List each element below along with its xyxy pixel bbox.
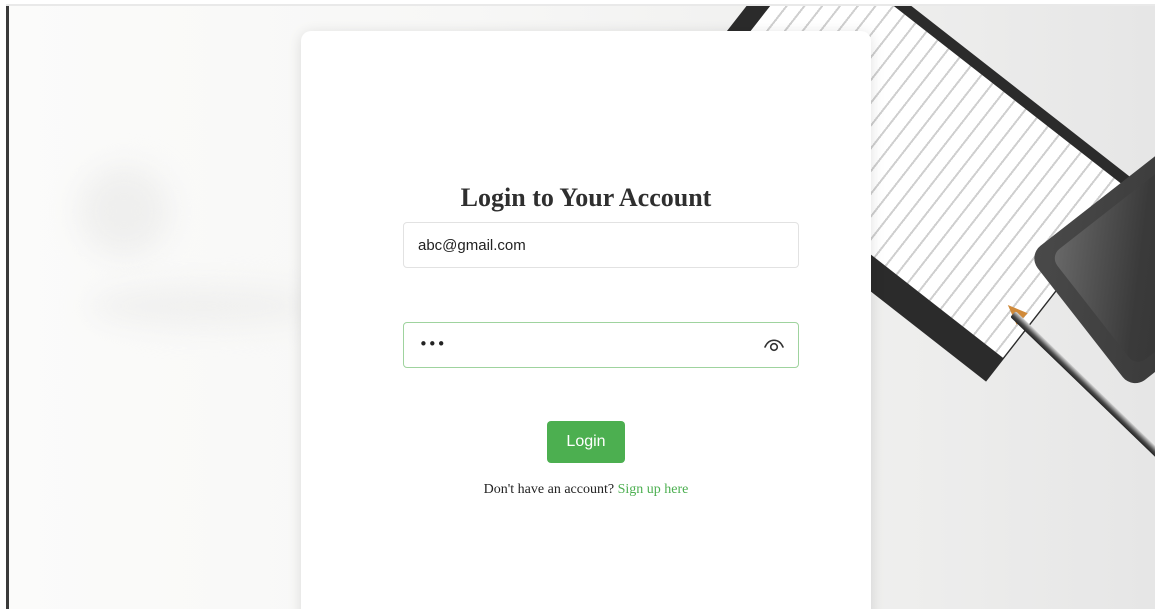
background-blur-shape <box>89 286 319 326</box>
login-button[interactable]: Login <box>547 421 625 463</box>
signup-prompt: Don't have an account? <box>483 482 615 497</box>
email-field[interactable] <box>403 222 799 268</box>
eye-icon[interactable] <box>762 334 786 356</box>
viewport: Login to Your Account ••• Login Don't ha… <box>0 0 1155 609</box>
background-blur-shape <box>79 166 169 256</box>
page-title: Login to Your Account <box>460 183 712 212</box>
password-input[interactable]: ••• <box>419 335 446 353</box>
login-card: Login to Your Account ••• Login Don't ha… <box>301 31 871 609</box>
password-field[interactable]: ••• <box>403 322 799 368</box>
signup-row: Don't have an account? Sign up here <box>301 482 871 498</box>
email-input[interactable] <box>418 223 758 267</box>
signup-link[interactable]: Sign up here <box>618 482 689 497</box>
